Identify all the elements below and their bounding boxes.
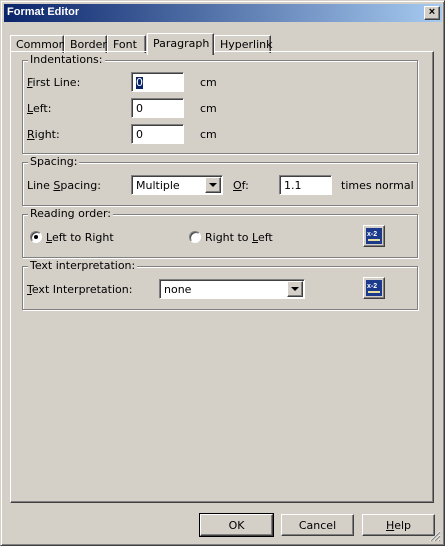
- cancel-button[interactable]: Cancel: [281, 514, 354, 536]
- right-indent-input[interactable]: 0: [131, 124, 184, 144]
- paragraph-panel: Indentations: First Line: 0 cm Left: 0 c…: [10, 51, 434, 503]
- text-interpretation-label: Text interpretation:: [28, 259, 138, 272]
- line-spacing-select[interactable]: Multiple: [131, 175, 223, 195]
- spacing-label: Spacing:: [28, 155, 80, 168]
- format-editor-window: Format Editor × Common Border Font Parag…: [0, 0, 445, 546]
- text-interpretation-field-label: Text Interpretation:: [27, 283, 133, 296]
- ok-button[interactable]: OK: [199, 513, 274, 537]
- of-input[interactable]: 1.1: [279, 175, 332, 195]
- reading-order-formula-button[interactable]: x-2: [363, 225, 385, 247]
- svg-text:x-2: x-2: [367, 231, 377, 238]
- right-to-left-label[interactable]: Right to Left: [205, 231, 273, 244]
- formula-x-icon: x-2: [366, 280, 382, 296]
- chevron-down-icon[interactable]: [205, 177, 221, 193]
- left-indent-input[interactable]: 0: [131, 98, 184, 118]
- left-indent-unit: cm: [200, 102, 217, 115]
- left-indent-label: Left:: [27, 102, 52, 115]
- first-line-label: First Line:: [27, 76, 81, 89]
- of-unit: times normal: [341, 179, 414, 192]
- title-bar[interactable]: Format Editor ×: [4, 4, 442, 22]
- first-line-input[interactable]: 0: [131, 72, 184, 92]
- first-line-unit: cm: [200, 76, 217, 89]
- spacing-group: Spacing: Line Spacing: Multiple Of: 1.1 …: [22, 155, 418, 206]
- left-to-right-label[interactable]: Left to Right: [46, 231, 114, 244]
- left-to-right-radio[interactable]: [30, 231, 42, 243]
- help-button[interactable]: Help: [362, 514, 435, 536]
- close-button[interactable]: ×: [424, 6, 440, 20]
- text-interpretation-value: none: [164, 283, 192, 296]
- line-spacing-label: Line Spacing:: [27, 179, 101, 192]
- chevron-down-icon[interactable]: [287, 281, 303, 297]
- resize-grip-icon[interactable]: [429, 530, 441, 542]
- tab-paragraph[interactable]: Paragraph: [147, 33, 214, 55]
- reading-order-label: Reading order:: [28, 207, 113, 220]
- of-label: Of:: [233, 179, 249, 192]
- right-indent-label: Right:: [27, 128, 60, 141]
- right-to-left-radio[interactable]: [189, 231, 201, 243]
- formula-x-icon: x-2: [366, 228, 382, 244]
- reading-order-group: Reading order: Left to Right Right to Le…: [22, 207, 418, 258]
- svg-text:x-2: x-2: [367, 283, 377, 290]
- indentations-group: Indentations: First Line: 0 cm Left: 0 c…: [22, 53, 418, 154]
- right-indent-unit: cm: [200, 128, 217, 141]
- text-interpretation-formula-button[interactable]: x-2: [363, 277, 385, 299]
- window-title: Format Editor: [7, 6, 80, 18]
- text-interpretation-select[interactable]: none: [159, 279, 305, 299]
- text-interpretation-group: Text interpretation: Text Interpretation…: [22, 259, 418, 310]
- line-spacing-value: Multiple: [136, 179, 180, 192]
- indentations-label: Indentations:: [28, 53, 105, 66]
